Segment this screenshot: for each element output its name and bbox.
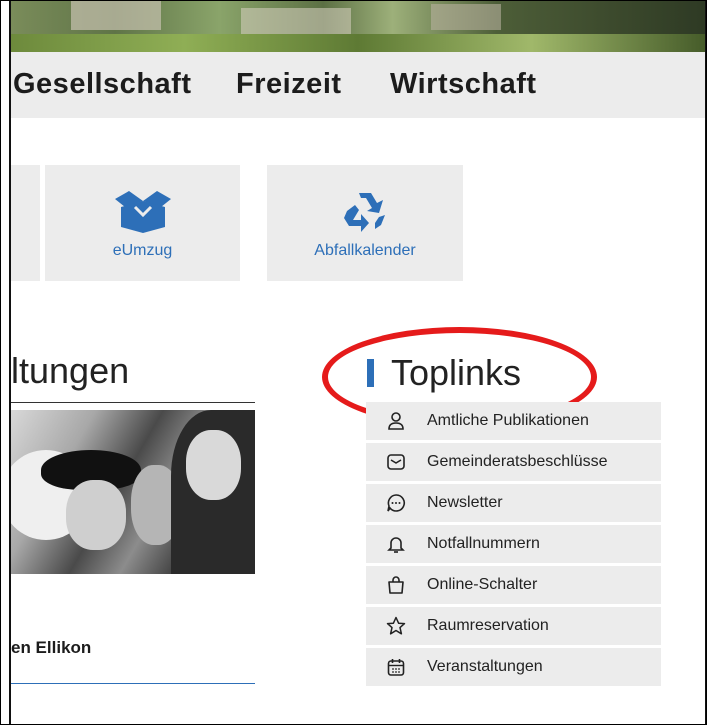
screenshot-frame xyxy=(0,0,707,725)
